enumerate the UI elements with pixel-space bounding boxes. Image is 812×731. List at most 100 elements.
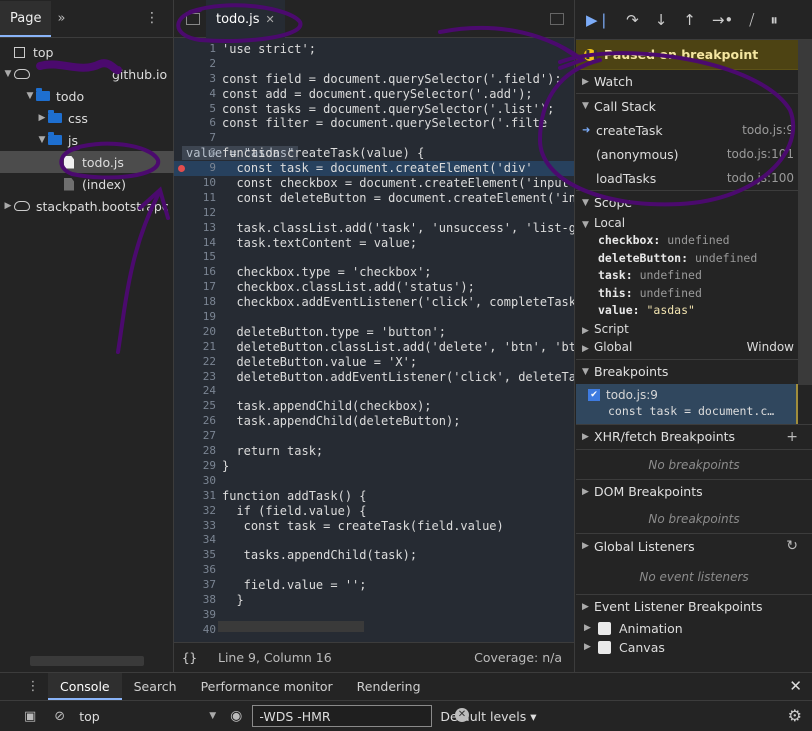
pause-on-exceptions-icon[interactable]: ⏸ — [770, 11, 778, 29]
section-breakpoints[interactable]: ▼ Breakpoints — [576, 360, 812, 384]
code-line[interactable]: 13 task.classList.add('task', 'unsuccess… — [174, 221, 574, 236]
line-number[interactable]: 22 — [174, 355, 216, 370]
code-line[interactable]: 22 deleteButton.value = 'X'; — [174, 355, 574, 370]
settings-gear-icon[interactable]: ⚙ — [788, 706, 802, 725]
line-number[interactable]: 15 — [174, 250, 216, 265]
code-line[interactable]: 28 return task; — [174, 444, 574, 459]
tab-search[interactable]: Search — [122, 673, 189, 700]
section-global-listeners[interactable]: ▶ Global Listeners ↻ — [576, 534, 812, 559]
frame-location[interactable]: todo.js:9 — [742, 123, 794, 137]
line-number[interactable]: 35 — [174, 548, 216, 563]
code-line[interactable]: 18 checkbox.addEventListener('click', co… — [174, 295, 574, 310]
code-line[interactable]: 5 const tasks = document.querySelector('.… — [174, 102, 574, 117]
code-line[interactable]: 32 if (field.value) { — [174, 504, 574, 519]
scope-variable[interactable]: this: undefined — [576, 285, 812, 303]
tab-todo-js[interactable]: todo.js ✕ — [206, 0, 285, 38]
code-lines[interactable]: 1 'use strict'; 2 3 const field = document.q… — [174, 42, 574, 638]
line-number[interactable]: 13 — [174, 221, 216, 236]
code-line[interactable]: 33 const task = createTask(field.value) — [174, 519, 574, 534]
line-number[interactable]: 3 — [174, 72, 216, 87]
section-xhr-breakpoints[interactable]: ▶ XHR/fetch Breakpoints + — [576, 423, 812, 450]
line-number[interactable]: 36 — [174, 563, 216, 578]
tab-rendering[interactable]: Rendering — [345, 673, 433, 700]
tree-item-js[interactable]: ▼ js — [0, 129, 174, 151]
line-number[interactable]: 26 — [174, 414, 216, 429]
line-number[interactable]: 1 — [174, 42, 216, 57]
line-number[interactable]: 29 — [174, 459, 216, 474]
code-line[interactable]: 14 task.textContent = value; — [174, 236, 574, 251]
code-line[interactable]: 19 — [174, 310, 574, 325]
code-line[interactable]: 6 const filter = document.querySelector('… — [174, 116, 574, 131]
step-icon[interactable]: →• — [712, 11, 733, 29]
code-line[interactable]: 30 — [174, 474, 574, 489]
resume-icon[interactable]: ▶❘ — [586, 11, 610, 29]
line-number[interactable]: 10 — [174, 176, 216, 191]
line-number[interactable]: 39 — [174, 608, 216, 623]
section-scope[interactable]: ▼ Scope — [576, 190, 812, 214]
scope-variable[interactable]: task: undefined — [576, 267, 812, 285]
editor-horizontal-scrollbar[interactable] — [218, 621, 364, 632]
code-line[interactable]: 38 } — [174, 593, 574, 608]
tree-item-index[interactable]: (index) — [0, 173, 174, 195]
scope-variable[interactable]: value: "asdas" — [576, 302, 812, 320]
checkbox[interactable] — [598, 640, 611, 654]
line-number[interactable]: 4 — [174, 87, 216, 102]
tree-item-bootstrapcdn[interactable]: ▶ stackpath.bootstrapc — [0, 195, 174, 217]
line-number[interactable]: 2 — [174, 57, 216, 72]
dropdown-arrow-icon[interactable]: ▼ — [209, 711, 216, 721]
line-number[interactable]: 6 — [174, 116, 216, 131]
section-event-listener-breakpoints[interactable]: ▶ Event Listener Breakpoints — [576, 595, 812, 619]
line-number[interactable]: 28 — [174, 444, 216, 459]
line-number[interactable]: 33 — [174, 519, 216, 534]
code-line[interactable]: 12 — [174, 206, 574, 221]
refresh-icon[interactable]: ↻ — [786, 538, 798, 554]
close-icon[interactable]: ✕ — [266, 13, 275, 26]
eye-icon[interactable]: ◉ — [230, 708, 242, 724]
line-number[interactable]: 14 — [174, 236, 216, 251]
add-icon[interactable]: + — [786, 429, 798, 445]
frame-location[interactable]: todo.js:100 — [727, 171, 794, 185]
code-line[interactable]: 8 function createTask(value) {value = "as… — [174, 146, 574, 161]
code-line[interactable]: 34 — [174, 533, 574, 548]
line-number[interactable]: 19 — [174, 310, 216, 325]
line-number[interactable]: 16 — [174, 265, 216, 280]
code-line[interactable]: 16 checkbox.type = 'checkbox'; — [174, 265, 574, 280]
line-number[interactable]: 8 — [174, 146, 216, 161]
event-category-animation[interactable]: ▶ Animation — [576, 619, 812, 638]
tree-item-todo-js[interactable]: todo.js — [0, 151, 174, 173]
code-line[interactable]: 29} — [174, 459, 574, 474]
line-number[interactable]: 20 — [174, 325, 216, 340]
code-line[interactable]: 4 const add = document.querySelector('.ad… — [174, 87, 574, 102]
scope-script[interactable]: ▶ Script — [576, 320, 812, 338]
more-tabs-icon[interactable]: » — [57, 11, 65, 26]
code-line[interactable]: 24 — [174, 384, 574, 399]
call-frame[interactable]: loadTasks todo.js:100 — [576, 166, 812, 190]
line-number[interactable]: 12 — [174, 206, 216, 221]
deactivate-breakpoints-icon[interactable]: ⧸ — [749, 11, 754, 29]
sidebar-toggle-icon[interactable]: ▣ — [24, 709, 36, 724]
scope-variable[interactable]: checkbox: undefined — [576, 232, 812, 250]
code-line[interactable]: 15 — [174, 250, 574, 265]
drawer-menu-icon[interactable]: ⋮ — [18, 679, 48, 694]
scope-global[interactable]: ▶ Global Window — [576, 338, 812, 360]
line-number[interactable]: 32 — [174, 504, 216, 519]
line-number[interactable]: 34 — [174, 533, 216, 548]
tab-performance-monitor[interactable]: Performance monitor — [189, 673, 345, 700]
line-number[interactable]: 9 — [174, 161, 216, 176]
line-number[interactable]: 27 — [174, 429, 216, 444]
code-line[interactable]: 36 — [174, 563, 574, 578]
context-selector[interactable]: top — [79, 709, 209, 724]
line-number[interactable]: 40 — [174, 623, 216, 638]
call-frame[interactable]: ➜ createTask todo.js:9 — [576, 118, 812, 142]
tree-item-top[interactable]: top — [0, 41, 174, 63]
code-line[interactable]: 9 const task = document.createElement('d… — [174, 161, 574, 177]
tree-item-css[interactable]: ▶ css — [0, 107, 174, 129]
pretty-print-button[interactable]: {} — [182, 650, 210, 665]
section-watch[interactable]: ▶ Watch — [576, 70, 812, 94]
event-category-canvas[interactable]: ▶ Canvas — [576, 638, 812, 657]
toggle-debugger-icon[interactable] — [550, 13, 564, 25]
line-number[interactable]: 30 — [174, 474, 216, 489]
code-line[interactable]: 3 const field = document.querySelector('.… — [174, 72, 574, 87]
scope-local[interactable]: ▼ Local — [576, 214, 812, 232]
code-line[interactable]: 17 checkbox.classList.add('status'); — [174, 280, 574, 295]
